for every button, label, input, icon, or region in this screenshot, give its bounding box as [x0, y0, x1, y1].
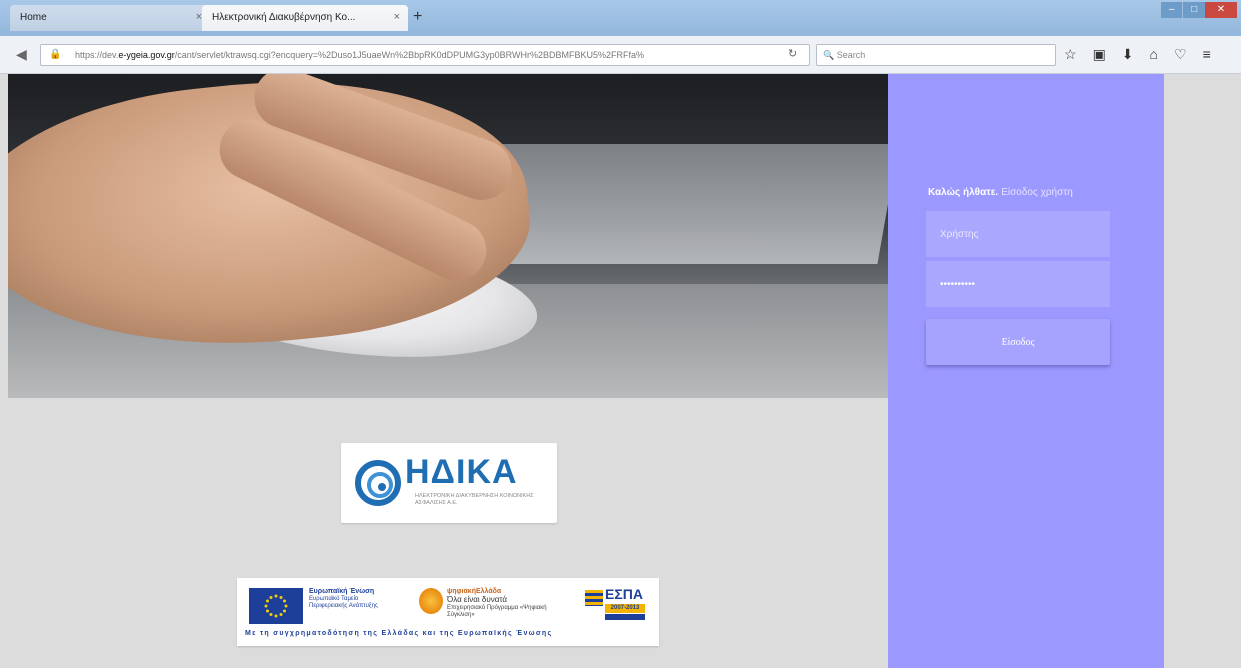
url-prefix: https://dev. — [75, 50, 119, 60]
star-icon[interactable]: ☆ — [1064, 46, 1077, 63]
tab-active[interactable]: Ηλεκτρονική Διακυβέρνηση Κο... × — [202, 5, 408, 31]
logo-tagline: ΗΛΕΚΤΡΟΝΙΚΗ ΔΙΑΚΥΒΕΡΝΗΣΗ ΚΟΙΝΩΝΙΚΗΣ ΑΣΦΑ… — [415, 493, 534, 506]
window-controls: – □ ✕ — [1161, 2, 1237, 18]
eu-flag-icon — [249, 588, 303, 624]
tab-label: Home — [20, 12, 47, 23]
back-arrow-icon[interactable]: ◀ — [16, 46, 27, 63]
hero-image — [8, 74, 888, 398]
search-icon: 🔍 — [823, 50, 835, 60]
menu-icon[interactable]: ≡ — [1203, 46, 1211, 63]
lock-icon: 🔒 — [49, 49, 62, 60]
welcome-subtitle: Είσοδος χρήστη — [1001, 187, 1073, 198]
welcome-title: Καλώς ήλθατε. — [928, 187, 999, 198]
clipboard-icon[interactable]: ▣ — [1093, 46, 1106, 63]
eu-fund-text: Ευρωπαϊκή Ένωση Ευρωπαϊκό Ταμείο Περιφερ… — [309, 588, 378, 609]
logo-swirl-icon — [355, 460, 401, 506]
close-icon[interactable]: × — [394, 11, 400, 23]
toolbar-icons: ☆ ▣ ⬇ ⌂ ♡ ≡ — [1064, 46, 1211, 63]
co-funding-text: Με τη συγχρηματοδότηση της Ελλάδας και τ… — [245, 630, 553, 637]
browser-titlebar: Home × Ηλεκτρονική Διακυβέρνηση Κο... × … — [0, 0, 1241, 36]
espa-title: ΕΣΠΑ — [605, 586, 643, 602]
maximize-button[interactable]: □ — [1182, 2, 1205, 18]
url-domain: e-ygeia.gov.gr — [118, 50, 175, 60]
username-field[interactable] — [926, 211, 1110, 257]
espa-logo: ΕΣΠΑ 2007-2013 — [585, 586, 647, 626]
reload-icon[interactable]: ↻ — [788, 47, 797, 60]
password-field[interactable] — [926, 261, 1110, 307]
search-placeholder: Search — [836, 50, 866, 60]
close-window-button[interactable]: ✕ — [1204, 2, 1237, 18]
eu-funding-banner: Ευρωπαϊκή Ένωση Ευρωπαϊκό Ταμείο Περιφερ… — [237, 578, 659, 646]
minimize-button[interactable]: – — [1161, 2, 1183, 18]
new-tab-button[interactable]: + — [413, 8, 422, 26]
tab-label: Ηλεκτρονική Διακυβέρνηση Κο... — [212, 12, 356, 23]
login-button[interactable]: Είσοδος — [926, 319, 1110, 365]
address-bar[interactable]: 🔒 https://dev.e-ygeia.gov.gr/cant/servle… — [40, 44, 810, 66]
pocket-icon[interactable]: ♡ — [1174, 46, 1187, 63]
welcome-text: Καλώς ήλθατε. Είσοδος χρήστη — [928, 187, 1073, 198]
logo-name: ΗΔΙΚΑ — [405, 453, 518, 491]
login-panel: Καλώς ήλθατε.Είσοδος χρήστη Είσοδος — [888, 74, 1164, 668]
digital-greece-text: ψηφιακήΕλλάδα Όλα είναι δυνατά Επιχειρησ… — [447, 588, 547, 618]
search-input[interactable]: 🔍 Search — [816, 44, 1056, 66]
idika-logo: ΗΔΙΚΑ ΗΛΕΚΤΡΟΝΙΚΗ ΔΙΑΚΥΒΕΡΝΗΣΗ ΚΟΙΝΩΝΙΚΗ… — [341, 443, 557, 523]
espa-years: 2007-2013 — [605, 604, 645, 613]
home-icon[interactable]: ⌂ — [1150, 46, 1158, 63]
tab-home[interactable]: Home × — [10, 5, 210, 31]
download-icon[interactable]: ⬇ — [1122, 46, 1134, 63]
url-path: /cant/servlet/ktrawsq.cgi?encquery=%2Dus… — [174, 50, 645, 60]
page-content: ΗΔΙΚΑ ΗΛΕΚΤΡΟΝΙΚΗ ΔΙΑΚΥΒΕΡΝΗΣΗ ΚΟΙΝΩΝΙΚΗ… — [8, 74, 1241, 668]
digital-greece-icon — [419, 588, 443, 614]
browser-navbar: ◀ 🔒 https://dev.e-ygeia.gov.gr/cant/serv… — [0, 36, 1241, 74]
